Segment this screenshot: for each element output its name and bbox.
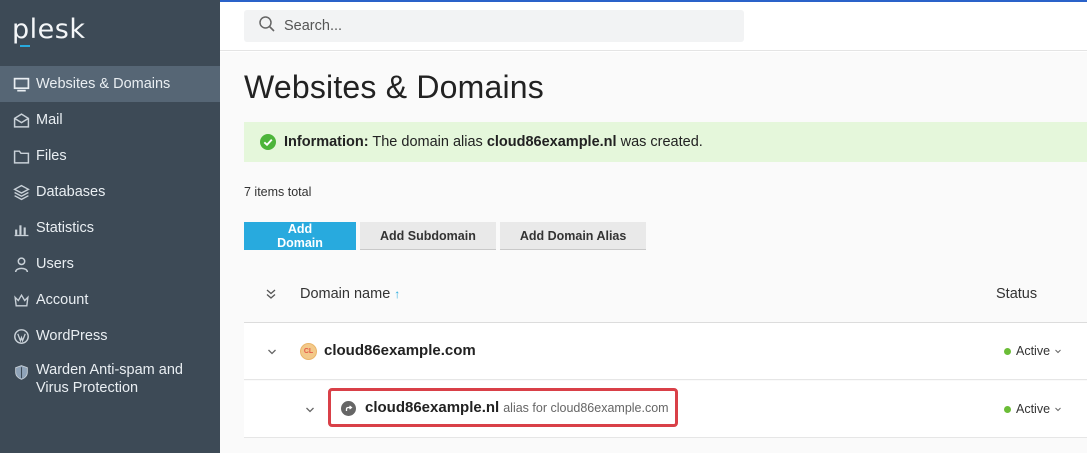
chevron-down-icon[interactable] [266,346,278,358]
column-status[interactable]: Status [996,286,1037,302]
sidebar-item-warden[interactable]: Warden Anti-spam and Virus Protection [0,354,220,406]
table-row: cloud86example.nl alias for cloud86exampl… [244,381,1087,438]
sidebar-nav: Websites & Domains Mail Files Databases … [0,66,220,406]
add-domain-button[interactable]: Add Domain [244,222,356,250]
bar-chart-icon [12,219,30,237]
sidebar-item-databases[interactable]: Databases [0,174,220,210]
column-domain-label: Domain name [300,286,391,302]
info-domain: cloud86example.nl [486,134,617,150]
status-dropdown[interactable]: Active [1004,344,1062,358]
search-input[interactable] [284,18,724,34]
info-message: Information: The domain alias cloud86exa… [244,122,1087,162]
chevron-down-icon [1055,407,1061,412]
envelope-icon [12,111,30,129]
alias-redirect-icon [341,401,356,416]
status-label: Active [1016,402,1051,416]
status-dot [1004,347,1011,355]
info-text-after: was created. [620,134,703,150]
items-count: 7 items total [244,185,312,199]
sidebar-item-label: Mail [36,112,63,128]
plesk-logo[interactable]: plesk [12,14,85,45]
search-box[interactable] [244,10,744,42]
page-title: Websites & Domains [244,69,545,105]
check-circle-icon [260,134,276,150]
sidebar-item-label-wrap: Warden Anti-spam and Virus Protection [36,361,183,397]
highlight-box: cloud86example.nl alias for cloud86exampl… [328,388,678,427]
wordpress-icon [12,327,30,345]
chevron-down-icon [1055,349,1061,354]
logo-underline [20,45,30,47]
main-content: Websites & Domains Information: The doma… [220,52,1087,453]
sidebar-item-users[interactable]: Users [0,246,220,282]
alias-name: cloud86example.nl [365,399,500,416]
sort-arrow-icon: ↑ [394,287,401,301]
sidebar-item-label: Account [36,292,89,308]
shield-icon [12,363,30,381]
status-dot [1004,405,1011,413]
sidebar-item-label: WordPress [36,328,108,344]
info-text: Information: The domain alias cloud86exa… [284,134,703,150]
sidebar: plesk Websites & Domains Mail Files Data… [0,0,220,453]
sidebar-item-statistics[interactable]: Statistics [0,210,220,246]
expand-all-icon[interactable] [264,287,278,301]
sidebar-item-label: Warden Anti-spam and [36,362,183,378]
monitor-icon [12,75,30,93]
search-icon [258,15,284,38]
chevron-down-icon[interactable] [304,404,316,416]
alias-name-link[interactable]: cloud86example.nl alias for cloud86exampl… [365,399,669,416]
alias-note: alias for cloud86example.com [503,401,669,415]
layers-icon [12,183,30,201]
sidebar-item-account[interactable]: Account [0,282,220,318]
sidebar-item-websites-domains[interactable]: Websites & Domains [0,66,220,102]
info-prefix: Information: [284,134,369,150]
status-dropdown[interactable]: Active [1004,402,1062,416]
sidebar-item-label: Websites & Domains [36,76,171,92]
folder-icon [12,147,30,165]
add-subdomain-button[interactable]: Add Subdomain [360,222,496,250]
sidebar-item-files[interactable]: Files [0,138,220,174]
sidebar-item-label: Users [36,256,74,272]
sidebar-item-label: Statistics [36,220,95,236]
column-domain-name[interactable]: Domain name ↑ [300,286,400,302]
table-row: CL cloud86example.com Active [244,323,1087,380]
domain-badge: CL [300,343,317,360]
status-label: Active [1016,344,1051,358]
sidebar-item-mail[interactable]: Mail [0,102,220,138]
sidebar-item-label: Virus Protection [36,380,139,396]
domain-name-link[interactable]: cloud86example.com [324,342,476,359]
crown-icon [12,291,30,309]
toolbar: Add Domain Add Subdomain Add Domain Alia… [244,222,647,250]
info-text-before: The domain alias [372,134,483,150]
sidebar-item-wordpress[interactable]: WordPress [0,318,220,354]
sidebar-item-label: Databases [36,184,106,200]
sidebar-item-label: Files [36,148,67,164]
user-icon [12,255,30,273]
top-header [220,2,1087,51]
table-header: Domain name ↑ Status [244,270,1087,323]
add-domain-alias-button[interactable]: Add Domain Alias [499,222,647,250]
